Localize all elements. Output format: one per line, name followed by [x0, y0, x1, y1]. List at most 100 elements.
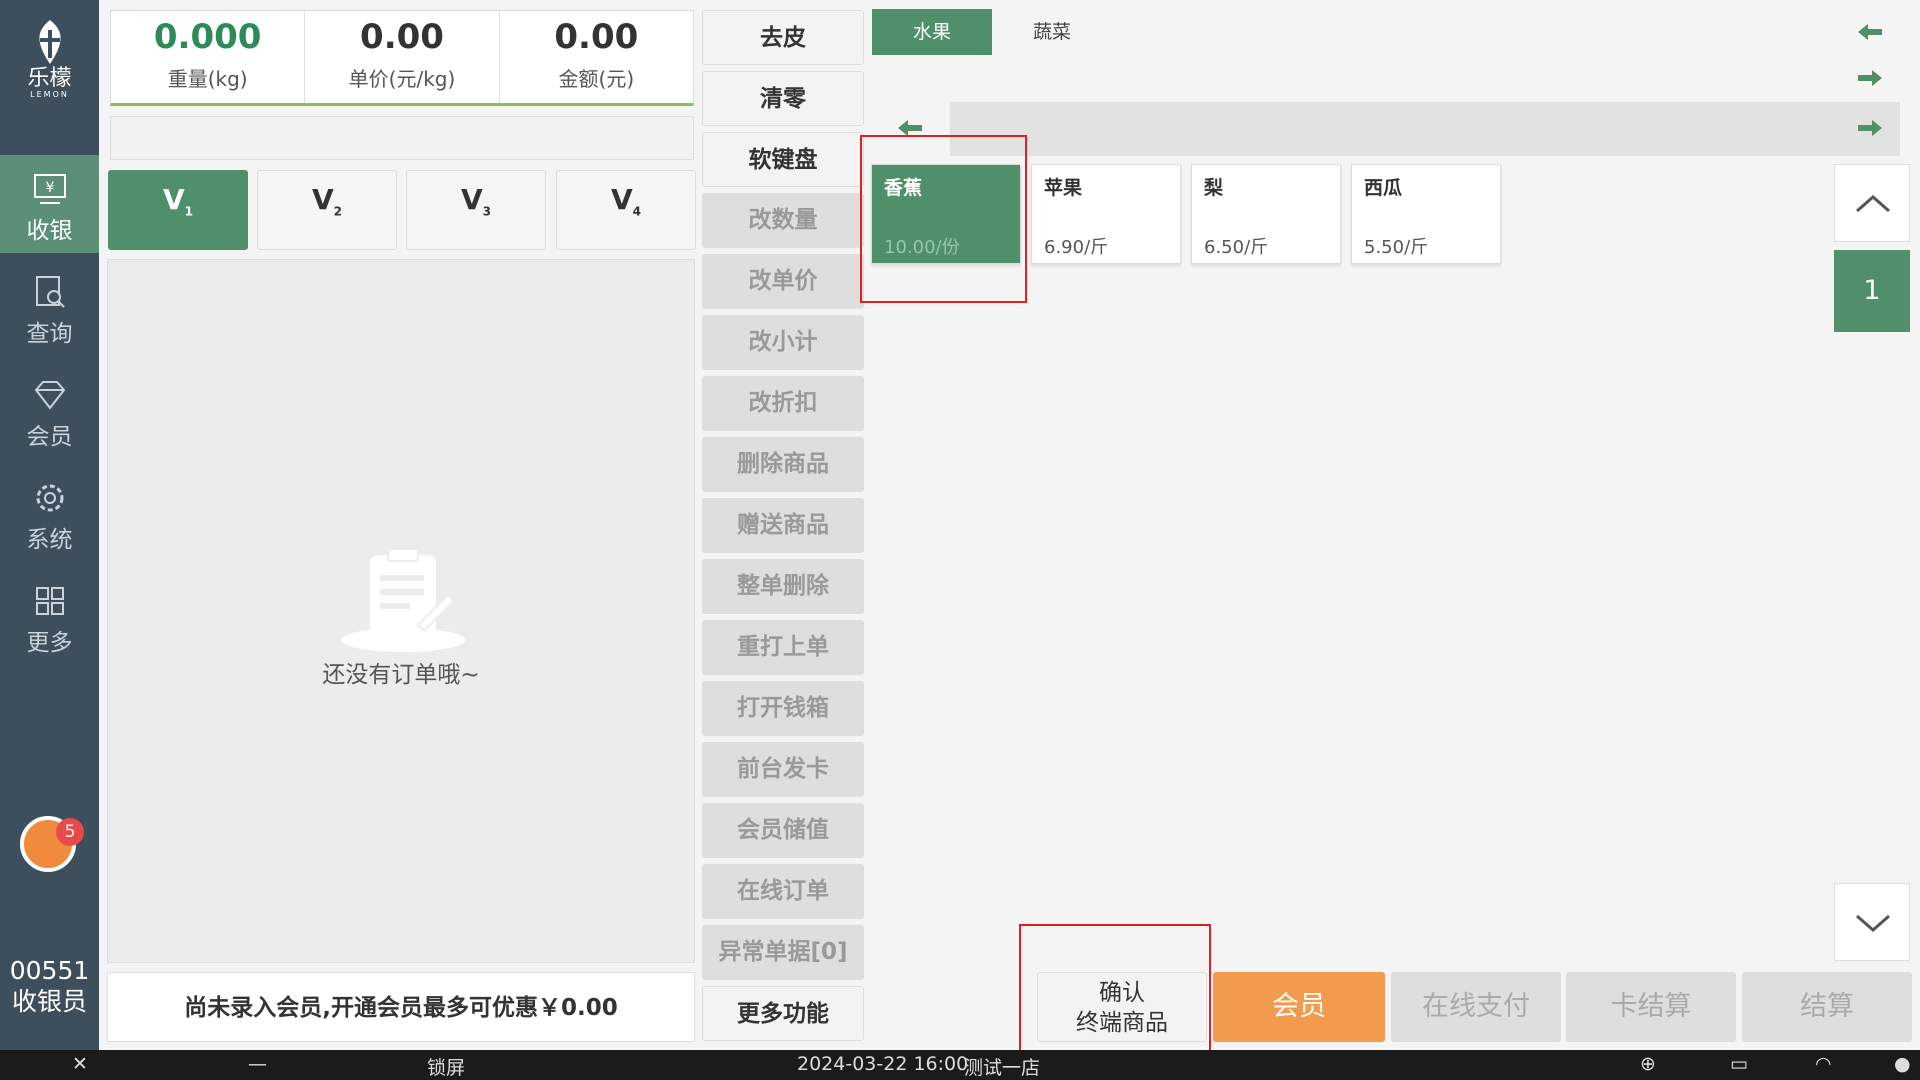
product-price: 5.50/斤 [1364, 237, 1429, 258]
barcode-input[interactable] [110, 116, 694, 160]
product-name: 西瓜 [1364, 177, 1403, 199]
order-list: 还没有订单哦~ [107, 259, 695, 963]
settle-button[interactable]: 结算 [1742, 972, 1912, 1042]
lock-screen-button[interactable]: 锁屏 [427, 1053, 465, 1080]
vip-level-button-4[interactable]: V4 [556, 170, 696, 250]
change-quantity-button[interactable]: 改数量 [702, 193, 864, 248]
vip-level-button-3[interactable]: V3 [406, 170, 546, 250]
cashier-number: 00551 [9, 956, 90, 985]
nav-item-query[interactable]: 查询 [0, 258, 99, 356]
product-price: 6.90/斤 [1044, 237, 1109, 258]
arrow-left-icon[interactable] [1856, 22, 1884, 42]
nav-label-member: 会员 [26, 424, 73, 450]
member-topup-button[interactable]: 会员储值 [702, 803, 864, 858]
logo-subtitle: LEMON [30, 90, 69, 99]
change-unit-price-button[interactable]: 改单价 [702, 254, 864, 309]
logo-name: 乐檬 [27, 66, 72, 91]
more-functions-button[interactable]: 更多功能 [702, 986, 864, 1041]
change-discount-button[interactable]: 改折扣 [702, 376, 864, 431]
zero-button[interactable]: 清零 [702, 71, 864, 126]
highlight-box-product [860, 135, 1027, 303]
vip-level-button-1[interactable]: V1 [108, 170, 248, 250]
nav-label-system: 系统 [26, 527, 73, 553]
cashier-icon: ¥ [33, 174, 66, 204]
product-card-pear[interactable]: 梨 6.50/斤 [1191, 164, 1341, 264]
globe-icon: ⊕ [1640, 1053, 1656, 1075]
abnormal-orders-button[interactable]: 异常单据[0] [702, 925, 864, 980]
reprint-last-button[interactable]: 重打上单 [702, 620, 864, 675]
notification-badge: 5 [56, 818, 84, 846]
issue-card-button[interactable]: 前台发卡 [702, 742, 864, 797]
store-name: 测试一店 [964, 1057, 1041, 1079]
product-price: 6.50/斤 [1204, 237, 1269, 258]
vip-level-label-2: V [311, 183, 334, 216]
vip-level-label-1: V [162, 183, 185, 216]
subcategory-strip [950, 102, 1900, 156]
tare-button[interactable]: 去皮 [702, 10, 864, 65]
product-name: 梨 [1204, 177, 1224, 199]
highlight-box-confirm [1019, 924, 1211, 1056]
nav-item-member[interactable]: 会员 [0, 361, 99, 459]
page-down-button[interactable] [1834, 883, 1910, 961]
product-card-apple[interactable]: 苹果 6.90/斤 [1031, 164, 1181, 264]
weight-label: 重量(kg) [167, 67, 248, 91]
cashier-info: 00551 收银员 [0, 955, 99, 1017]
logo: 乐檬 LEMON [0, 18, 99, 99]
unit-price-value: 0.00 [360, 17, 444, 57]
nav-label-cashier: 收银 [26, 218, 73, 244]
diamond-icon [34, 381, 65, 410]
empty-order-text: 还没有订单哦~ [322, 662, 480, 688]
product-name: 苹果 [1044, 177, 1083, 199]
empty-clipboard-icon [341, 548, 465, 652]
open-cash-drawer-button[interactable]: 打开钱箱 [702, 681, 864, 736]
taskbar: ✕ — 锁屏 2024-03-22 16:00 测试一店 ⊕ ▭ ◠ ● [0, 1050, 1920, 1080]
amount-value: 0.00 [554, 17, 639, 57]
product-card-watermelon[interactable]: 西瓜 5.50/斤 [1351, 164, 1501, 264]
member-button[interactable]: 会员 [1213, 972, 1385, 1042]
nav-item-cashier[interactable]: ¥ 收银 [0, 155, 99, 253]
soft-keyboard-button[interactable]: 软键盘 [702, 132, 864, 187]
subcategory-arrow-right-icon[interactable] [1856, 118, 1884, 138]
nav-item-more[interactable]: 更多 [0, 567, 99, 665]
vip-level-button-2[interactable]: V2 [257, 170, 397, 250]
svg-text:¥: ¥ [45, 180, 54, 196]
card-settle-button[interactable]: 卡结算 [1566, 972, 1736, 1042]
close-icon[interactable]: ✕ [72, 1053, 88, 1075]
search-document-icon [35, 276, 65, 308]
vip-level-sub-1: 1 [184, 204, 194, 219]
datetime-text: 2024-03-22 16:00 [797, 1053, 969, 1075]
monitor-icon: ▭ [1730, 1053, 1748, 1075]
minimize-icon[interactable]: — [248, 1053, 267, 1075]
unit-price-label: 单价(元/kg) [348, 67, 456, 91]
arrow-right-icon[interactable] [1856, 68, 1884, 88]
grid-icon [35, 587, 64, 615]
amount-label: 金额(元) [558, 67, 635, 91]
weight-value: 0.000 [153, 17, 262, 57]
amount-cell: 0.00 金额(元) [500, 11, 693, 103]
delete-item-button[interactable]: 删除商品 [702, 437, 864, 492]
gift-item-button[interactable]: 赠送商品 [702, 498, 864, 553]
nav-label-more: 更多 [26, 630, 73, 656]
tab-fruit[interactable]: 水果 [872, 9, 992, 55]
current-page: 1 [1834, 250, 1910, 332]
vip-level-label-4: V [610, 183, 633, 216]
status-dot-icon: ● [1894, 1053, 1911, 1075]
member-discount-hint[interactable]: 尚未录入会员,开通会员最多可优惠￥0.00 [107, 972, 695, 1042]
chevron-down-icon [1856, 914, 1890, 932]
page-up-button[interactable] [1834, 164, 1910, 242]
cashier-role: 收银员 [11, 987, 87, 1016]
tab-vegetable[interactable]: 蔬菜 [992, 9, 1112, 55]
wifi-icon: ◠ [1815, 1053, 1832, 1075]
chevron-up-icon [1856, 195, 1890, 213]
vip-level-sub-2: 2 [333, 204, 343, 219]
lemon-logo-icon [38, 20, 61, 64]
online-orders-button[interactable]: 在线订单 [702, 864, 864, 919]
change-subtotal-button[interactable]: 改小计 [702, 315, 864, 370]
online-pay-button[interactable]: 在线支付 [1391, 972, 1561, 1042]
unit-price-cell: 0.00 单价(元/kg) [305, 11, 500, 103]
gear-icon [36, 484, 63, 512]
weight-cell: 0.000 重量(kg) [111, 11, 306, 103]
nav-item-system[interactable]: 系统 [0, 464, 99, 562]
delete-order-button[interactable]: 整单删除 [702, 559, 864, 614]
nav-label-query: 查询 [26, 321, 73, 347]
